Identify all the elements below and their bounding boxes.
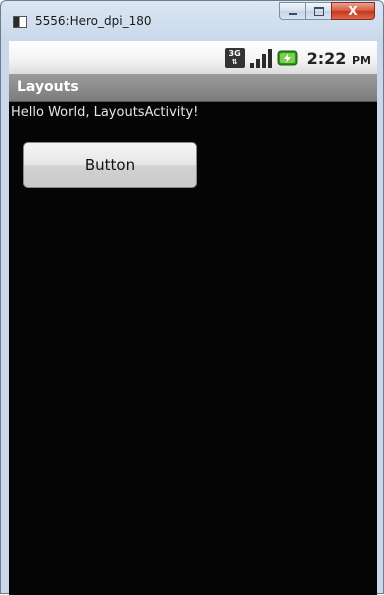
app-titlebar: Layouts	[9, 75, 377, 102]
clock-ampm: PM	[351, 53, 371, 67]
close-icon: X	[348, 4, 358, 18]
button-label: Button	[84, 156, 136, 174]
network-type-label: 3G	[228, 49, 241, 58]
data-arrows-icon: ⇅	[231, 58, 238, 66]
signal-bar-2	[255, 59, 260, 68]
app-title: Layouts	[17, 79, 79, 95]
emulator-app-icon	[13, 16, 27, 28]
maximize-icon	[313, 6, 324, 16]
button[interactable]: Button	[23, 142, 197, 188]
maximize-button[interactable]	[305, 2, 331, 20]
close-button[interactable]: X	[331, 2, 375, 20]
emulator-window: 5556:Hero_dpi_180 X 3G ⇅ 2:22 PM Layouts…	[0, 0, 384, 595]
minimize-button[interactable]	[279, 2, 305, 20]
clock-time: 2:22	[306, 48, 347, 68]
signal-bar-1	[249, 63, 254, 68]
status-clock: 2:22 PM	[307, 49, 371, 68]
window-caption-buttons: X	[279, 2, 375, 22]
signal-bar-4	[267, 49, 272, 68]
window-titlebar[interactable]: 5556:Hero_dpi_180 X	[1, 1, 383, 41]
activity-content: Hello World, LayoutsActivity! Button	[9, 102, 377, 595]
minimize-icon	[288, 13, 297, 15]
window-title: 5556:Hero_dpi_180	[35, 14, 152, 28]
signal-icon	[249, 48, 273, 68]
device-screen: 3G ⇅ 2:22 PM Layouts Hello World, Layout…	[9, 41, 377, 595]
signal-bar-3	[261, 54, 266, 68]
status-bar[interactable]: 3G ⇅ 2:22 PM	[9, 41, 377, 75]
battery-charging-icon	[277, 50, 298, 66]
status-icons: 3G ⇅ 2:22 PM	[224, 46, 371, 70]
3g-icon: 3G ⇅	[224, 48, 245, 68]
battery-icon	[277, 49, 299, 67]
hello-text: Hello World, LayoutsActivity!	[11, 105, 199, 120]
